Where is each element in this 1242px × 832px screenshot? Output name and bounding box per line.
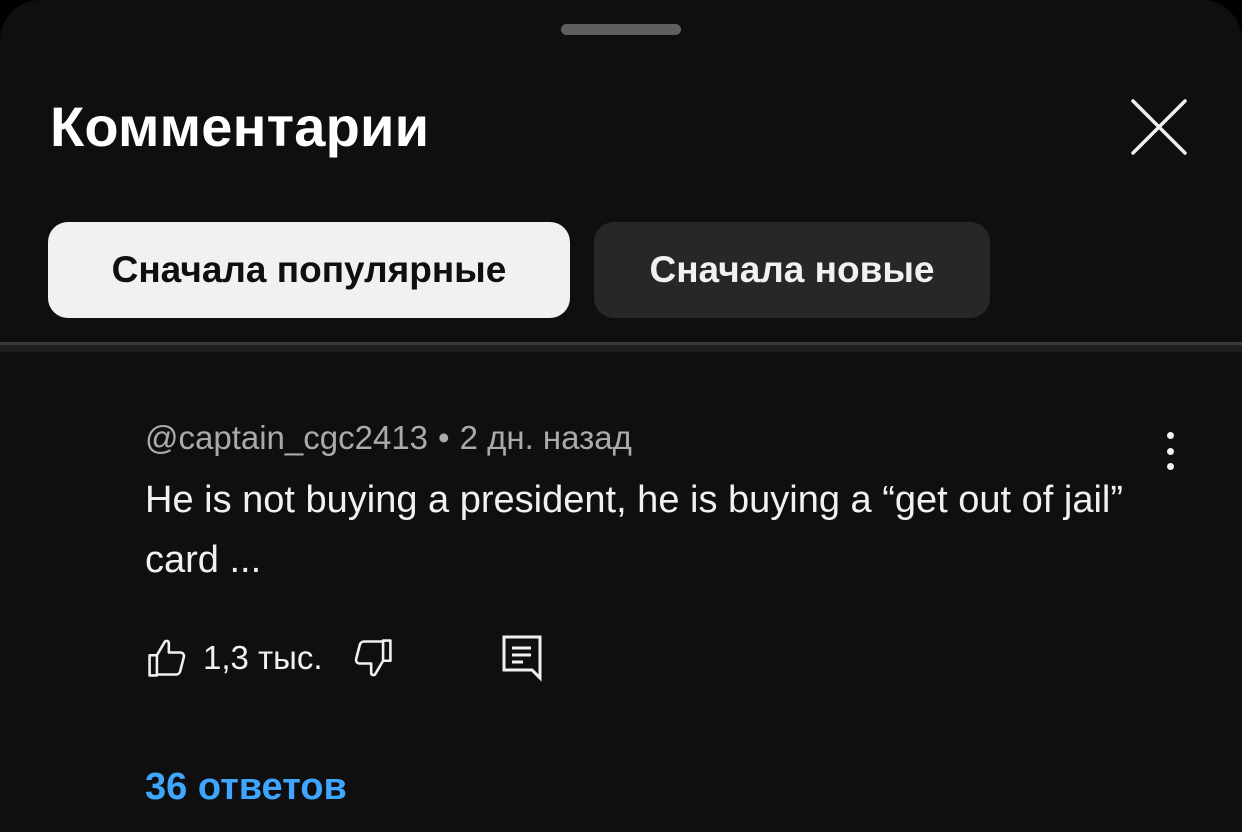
comment-author[interactable]: @captain_cgc2413 [145, 419, 428, 456]
thumb-up-icon [148, 639, 186, 677]
comment-text[interactable]: He is not buying a president, he is buyi… [145, 470, 1155, 590]
reply-button[interactable] [501, 634, 543, 682]
reply-comment-icon [502, 635, 542, 682]
comment-actions: 1,3 тыс. [145, 630, 543, 686]
sheet-title: Комментарии [50, 95, 430, 158]
comment-meta: @captain_cgc2413 • 2 дн. назад [145, 410, 1145, 466]
thumb-down-icon [354, 639, 392, 677]
more-vert-icon [1166, 432, 1174, 439]
comments-sheet: Комментарии Сначала популярные Сначала н… [0, 0, 1242, 832]
sort-chips: Сначала популярные Сначала новые [48, 222, 990, 318]
like-count: 1,3 тыс. [203, 639, 323, 676]
chip-newest-first[interactable]: Сначала новые [594, 222, 990, 318]
close-button[interactable] [1124, 92, 1194, 162]
replies-link[interactable]: 36 ответов [145, 760, 347, 814]
chip-top-comments[interactable]: Сначала популярные [48, 222, 570, 318]
drag-handle[interactable] [561, 24, 681, 35]
close-icon [1131, 99, 1187, 155]
more-options-button[interactable] [1150, 428, 1190, 474]
comment-item: @captain_cgc2413 • 2 дн. назад He is not b… [145, 410, 1145, 590]
meta-separator: • [438, 419, 450, 456]
comment-time: 2 дн. назад [459, 419, 632, 456]
dislike-button[interactable] [351, 636, 395, 680]
like-button[interactable] [145, 636, 189, 680]
divider [0, 342, 1242, 352]
